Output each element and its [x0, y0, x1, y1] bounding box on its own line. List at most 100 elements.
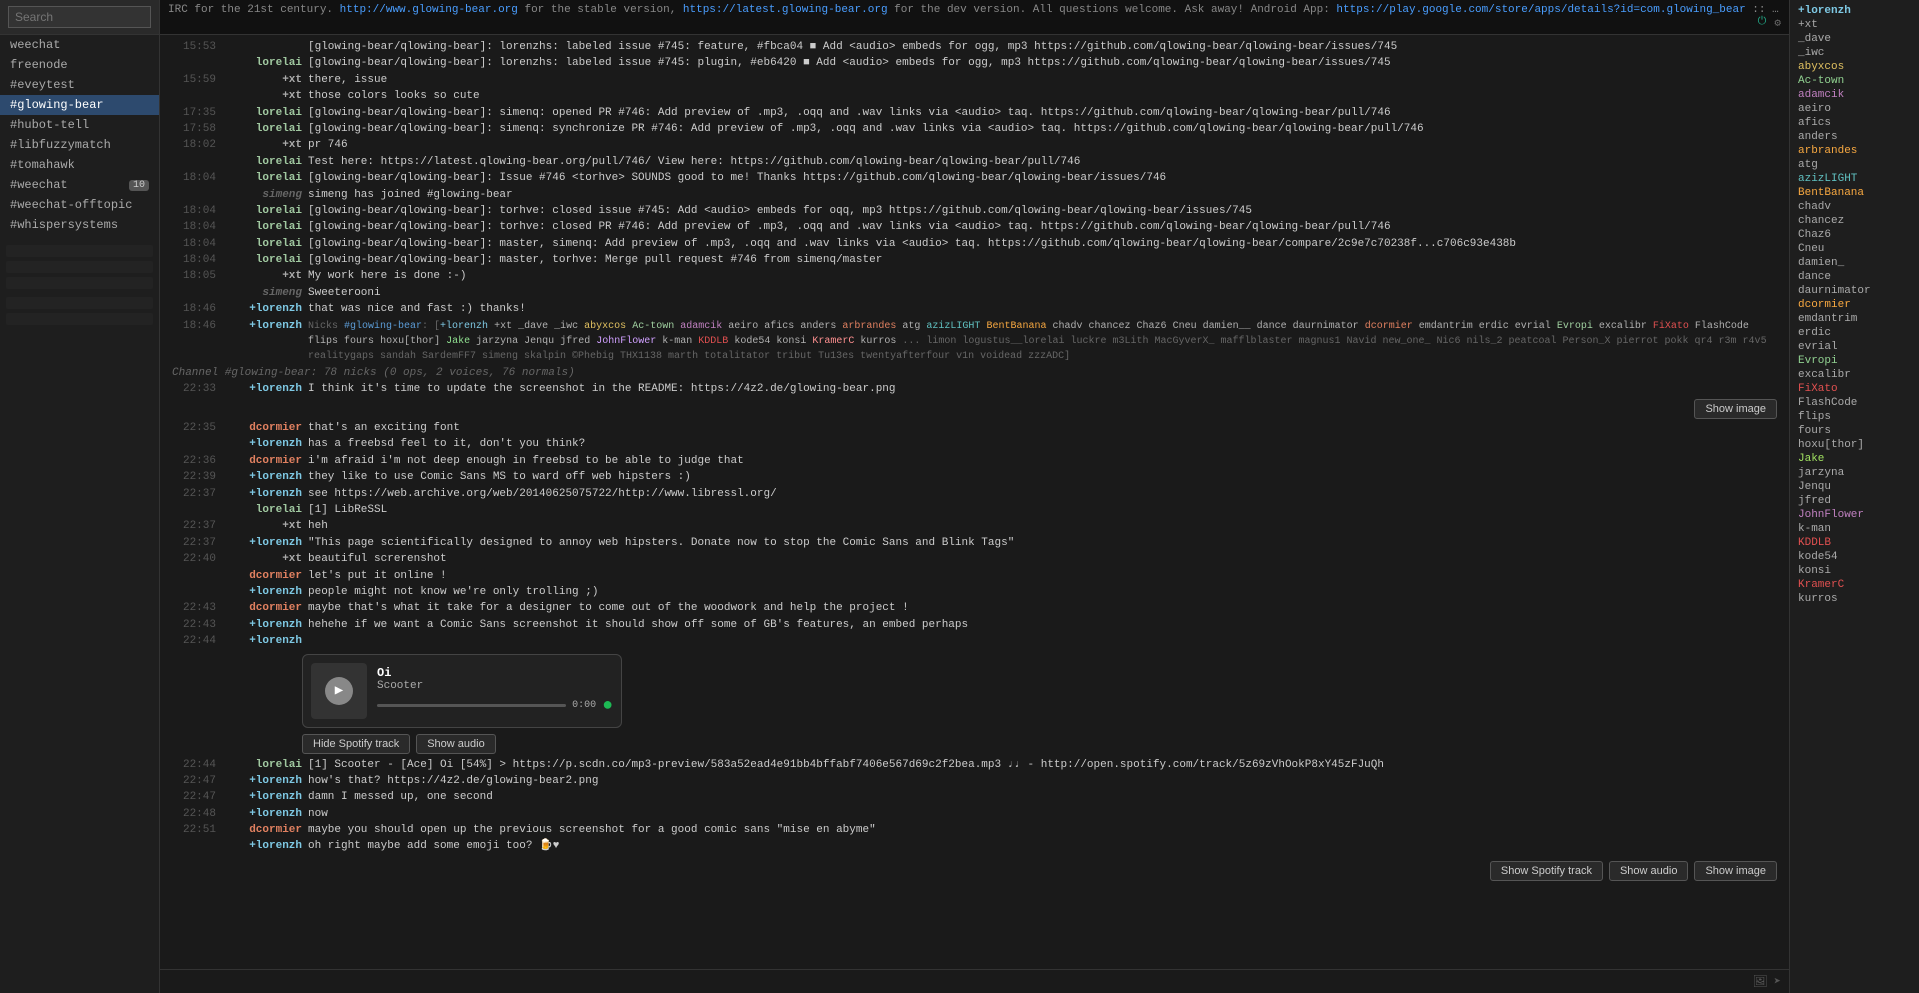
userlist-item[interactable]: aeiro	[1790, 102, 1919, 116]
sidebar-item-hubot-tell[interactable]: #hubot-tell	[0, 115, 159, 135]
spotify-play-button[interactable]: ▶	[325, 677, 353, 705]
userlist-item[interactable]: dance	[1790, 270, 1919, 284]
nick-list-nick[interactable]: jfred	[560, 336, 590, 347]
nick-list-nick[interactable]: chadv	[1052, 321, 1082, 332]
nick-list-nick[interactable]: _iwc	[554, 321, 578, 332]
userlist-item[interactable]: konsi	[1790, 564, 1919, 578]
search-box[interactable]	[0, 0, 159, 35]
userlist-item[interactable]: chadv	[1790, 200, 1919, 214]
nick-list-nick[interactable]: konsi	[776, 336, 806, 347]
nick-list-nick[interactable]: dance	[1257, 321, 1287, 332]
nick-list-nick[interactable]: flips	[308, 336, 338, 347]
settings-icon[interactable]: ⚙	[1774, 16, 1781, 30]
sidebar-item-weechat[interactable]: weechat	[0, 35, 159, 55]
userlist-item[interactable]: kode54	[1790, 550, 1919, 564]
userlist-item[interactable]: adamcik	[1790, 88, 1919, 102]
userlist-item[interactable]: Evropi	[1790, 354, 1919, 368]
userlist-item[interactable]: emdantrim	[1790, 312, 1919, 326]
nick-list-nick[interactable]: FiXato	[1653, 321, 1689, 332]
nick-list-nick[interactable]: emdantrim	[1419, 321, 1473, 332]
userlist-item[interactable]: damien_	[1790, 256, 1919, 270]
nick-list-nick[interactable]: Chaz6	[1137, 321, 1167, 332]
userlist-item[interactable]: fours	[1790, 424, 1919, 438]
userlist-item[interactable]: _dave	[1790, 32, 1919, 46]
nick-list-nick[interactable]: damien__	[1203, 321, 1251, 332]
nick-list-nick[interactable]: _dave	[518, 321, 548, 332]
nick-list-nick[interactable]: adamcik	[680, 321, 722, 332]
userlist-item[interactable]: excalibr	[1790, 368, 1919, 382]
nick-list-nick[interactable]: daurnimator	[1293, 321, 1359, 332]
show-image-button-2[interactable]: Show image	[1694, 861, 1777, 881]
search-input[interactable]	[8, 6, 151, 28]
nick-list-nick[interactable]: BentBanana	[986, 321, 1046, 332]
userlist-item[interactable]: Ac-town	[1790, 74, 1919, 88]
userlist-item[interactable]: jarzyna	[1790, 466, 1919, 480]
userlist-item[interactable]: Chaz6	[1790, 228, 1919, 242]
show-image-button[interactable]: Show image	[1694, 399, 1777, 419]
nick-list-nick[interactable]: afics	[764, 321, 794, 332]
userlist-item[interactable]: chancez	[1790, 214, 1919, 228]
nick-list-nick[interactable]: JohnFlower	[596, 336, 656, 347]
sidebar-item-libfuzzymatch[interactable]: #libfuzzymatch	[0, 135, 159, 155]
show-audio-button[interactable]: Show audio	[416, 734, 496, 754]
userlist-item[interactable]: +xt	[1790, 18, 1919, 32]
nick-list-nick[interactable]: erdic	[1479, 321, 1509, 332]
nick-list-nick[interactable]: dcormier	[1365, 321, 1413, 332]
nick-list-nick[interactable]: Cneu	[1173, 321, 1197, 332]
show-audio-button-2[interactable]: Show audio	[1609, 861, 1689, 881]
sidebar-item-whispersystems[interactable]: #whispersystems	[0, 215, 159, 235]
nick-list-nick[interactable]: chancez	[1089, 321, 1131, 332]
userlist-item[interactable]: atg	[1790, 158, 1919, 172]
nick-list-nick[interactable]: KDDLB	[698, 336, 728, 347]
nick-list-nick[interactable]: arbrandes	[842, 321, 896, 332]
topbar-link3[interactable]: https://play.google.com/store/apps/detai…	[1336, 4, 1745, 16]
show-spotify-track-button[interactable]: Show Spotify track	[1490, 861, 1603, 881]
sidebar-item-glowing-bear[interactable]: #glowing-bear	[0, 95, 159, 115]
nick-list-nick[interactable]: KramerC	[812, 336, 854, 347]
nick-list-nick[interactable]: FlashCode	[1695, 321, 1749, 332]
userlist-item[interactable]: +lorenzh	[1790, 4, 1919, 18]
nick-list-nick[interactable]: kode54	[734, 336, 770, 347]
sidebar-item-eveytest[interactable]: #eveytest	[0, 75, 159, 95]
userlist-item[interactable]: k-man	[1790, 522, 1919, 536]
userlist-item[interactable]: arbrandes	[1790, 144, 1919, 158]
userlist-item[interactable]: hoxu[thor]	[1790, 438, 1919, 452]
userlist-item[interactable]: erdic	[1790, 326, 1919, 340]
userlist-item[interactable]: anders	[1790, 130, 1919, 144]
topbar-link1[interactable]: http://www.glowing-bear.org	[340, 4, 518, 16]
userlist-item[interactable]: azizLIGHT	[1790, 172, 1919, 186]
userlist-item[interactable]: afics	[1790, 116, 1919, 130]
userlist-item[interactable]: jfred	[1790, 494, 1919, 508]
nick-list-nick[interactable]: fours	[344, 336, 374, 347]
userlist-item[interactable]: dcormier	[1790, 298, 1919, 312]
nick-list-nick[interactable]: k-man	[662, 336, 692, 347]
nick-list-nick[interactable]: Evropi	[1557, 321, 1593, 332]
userlist-item[interactable]: evrial	[1790, 340, 1919, 354]
nick-list-nick[interactable]: Jenqu	[524, 336, 554, 347]
nick-list-nick[interactable]: hoxu[thor]	[380, 336, 440, 347]
topbar-link2[interactable]: https://latest.glowing-bear.org	[683, 4, 888, 16]
nick-list-nick[interactable]: atg	[902, 321, 920, 332]
nick-list-nick[interactable]: +xt	[494, 321, 512, 332]
userlist-item[interactable]: Jake	[1790, 452, 1919, 466]
nick-list-nick[interactable]: jarzyna	[476, 336, 518, 347]
nick-list-nick[interactable]: excalibr	[1599, 321, 1647, 332]
userlist-item[interactable]: abyxcos	[1790, 60, 1919, 74]
sidebar-item-tomahawk[interactable]: #tomahawk	[0, 155, 159, 175]
nick-list-nick[interactable]: Ac-town	[632, 321, 674, 332]
userlist-item[interactable]: daurnimator	[1790, 284, 1919, 298]
nick-list-nick[interactable]: evrial	[1515, 321, 1551, 332]
nick-list-nick[interactable]: abyxcos	[584, 321, 626, 332]
nick-list-nick[interactable]: azizLIGHT	[926, 321, 980, 332]
nick-list-nick[interactable]: anders	[800, 321, 836, 332]
userlist-item[interactable]: BentBanana	[1790, 186, 1919, 200]
userlist-item[interactable]: Cneu	[1790, 242, 1919, 256]
spotify-progress-bar[interactable]	[377, 704, 566, 707]
sidebar-item-weechat-offtopic[interactable]: #weechat-offtopic	[0, 195, 159, 215]
userlist-item[interactable]: flips	[1790, 410, 1919, 424]
sidebar-item-weechat[interactable]: #weechat10	[0, 175, 159, 195]
userlist-item[interactable]: JohnFlower	[1790, 508, 1919, 522]
nick-list-nick[interactable]: +lorenzh	[440, 321, 488, 332]
hide-spotify-button[interactable]: Hide Spotify track	[302, 734, 410, 754]
power-icon[interactable]: ⏻	[1758, 16, 1767, 28]
